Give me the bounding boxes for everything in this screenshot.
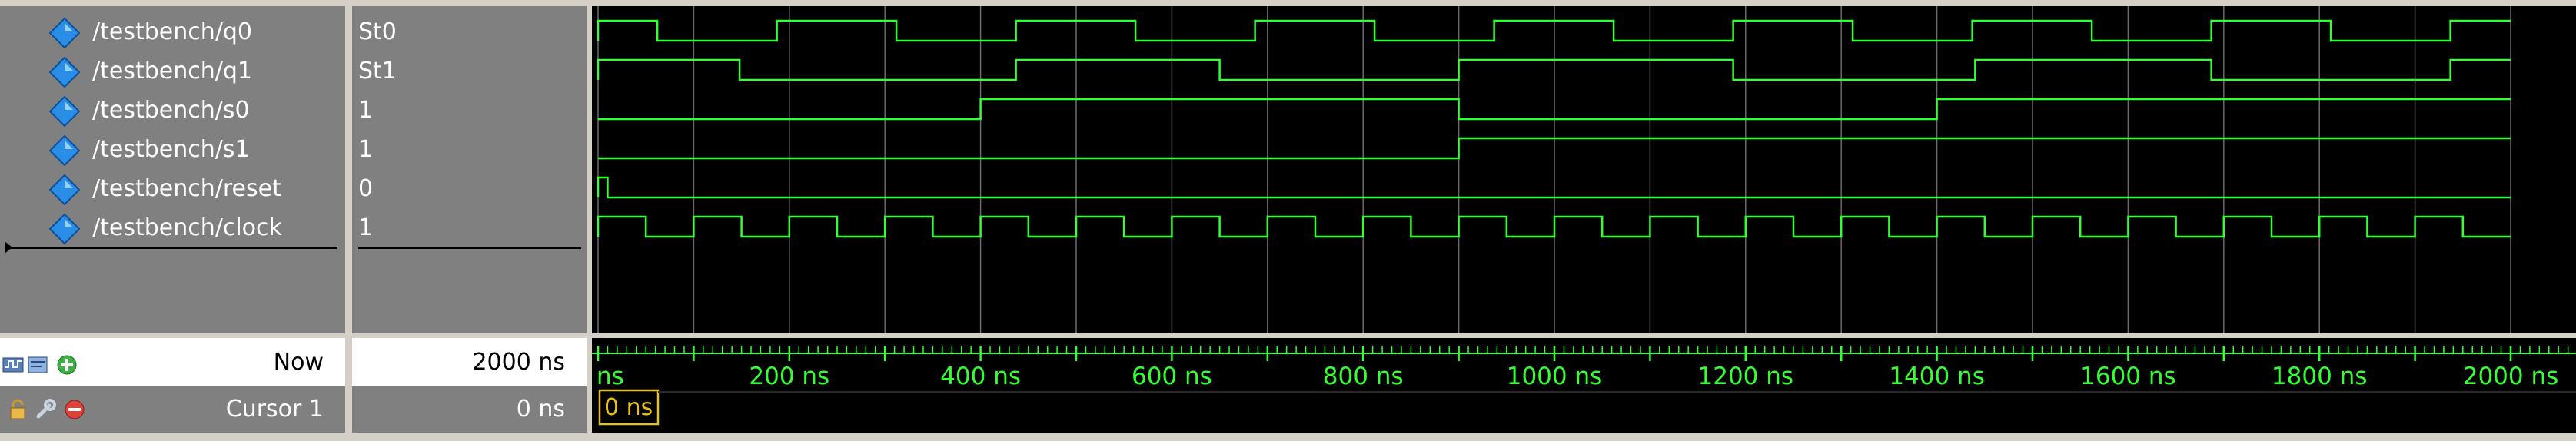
signal-value: 1 xyxy=(358,214,374,241)
signal-name: /testbench/q1 xyxy=(92,58,252,85)
signal-row[interactable]: /testbench/s0 xyxy=(0,91,345,130)
signal-value: 1 xyxy=(358,136,374,163)
signal-name: /testbench/q0 xyxy=(92,18,252,45)
signal-value: St0 xyxy=(358,18,397,45)
signal-value-row[interactable]: 1 xyxy=(352,131,587,169)
add-icon[interactable] xyxy=(55,353,78,376)
signal-name: /testbench/clock xyxy=(92,214,282,241)
diamond-signal-icon xyxy=(48,212,81,246)
timeline-svg: ns 200 ns 400 ns 600 ns 800 ns 1000 ns 1200 ns… xyxy=(592,338,2576,433)
signal-row[interactable]: /testbench/clock xyxy=(0,209,345,247)
ruler-tick-label: 1000 ns xyxy=(1507,363,1603,390)
ruler-tick-label: 2000 ns xyxy=(2463,363,2559,390)
diamond-signal-icon xyxy=(48,94,81,128)
names-values-splitter[interactable] xyxy=(345,6,352,433)
ruler-tick-label: 1800 ns xyxy=(2272,363,2368,390)
signal-value-row[interactable]: 1 xyxy=(352,91,587,130)
ruler-tick-label: 400 ns xyxy=(940,363,1021,390)
now-value-cell: 2000 ns xyxy=(352,338,587,386)
horizontal-scrollbar[interactable] xyxy=(0,433,2576,441)
signal-name: /testbench/s1 xyxy=(92,136,250,163)
now-row: Now xyxy=(0,338,345,386)
signal-name: /testbench/s0 xyxy=(92,97,250,124)
cursor-value: 0 ns xyxy=(516,396,565,423)
signal-value: 0 xyxy=(358,175,374,202)
cursor-marker-label: 0 ns xyxy=(604,394,653,421)
diamond-signal-icon xyxy=(48,55,81,89)
wave-view-icon[interactable] xyxy=(26,353,49,376)
ruler-tick-label: 800 ns xyxy=(1323,363,1404,390)
signal-values-pane: St0 St1 1 1 0 1 xyxy=(352,6,587,333)
delete-icon[interactable] xyxy=(63,398,86,421)
diamond-signal-icon xyxy=(48,134,81,167)
waveform-window: /testbench/q0/testbench/q1/testbench/s0 /… xyxy=(0,0,2576,441)
insertion-marker-icon xyxy=(5,241,12,254)
diamond-signal-icon xyxy=(48,173,81,207)
signal-row[interactable]: /testbench/q0 xyxy=(0,13,345,51)
now-label: Now xyxy=(273,349,324,376)
diamond-signal-icon xyxy=(48,16,81,50)
waveform-trace[interactable] xyxy=(597,215,2511,238)
insertion-marker-line xyxy=(358,247,581,249)
signal-row[interactable]: /testbench/q1 xyxy=(0,52,345,91)
ruler-tick-label: ns xyxy=(597,363,624,390)
waveform-svg xyxy=(597,6,2511,333)
cursor-label: Cursor 1 xyxy=(225,396,324,423)
signal-name: /testbench/reset xyxy=(92,175,281,202)
ruler-tick-label: 1600 ns xyxy=(2080,363,2176,390)
ruler-tick-label: 200 ns xyxy=(749,363,829,390)
signal-value: 1 xyxy=(358,97,374,124)
now-value: 2000 ns xyxy=(472,349,565,376)
signal-row[interactable]: /testbench/s1 xyxy=(0,131,345,169)
insertion-marker-line xyxy=(8,247,337,249)
cursor-row: Cursor 1 xyxy=(0,386,345,433)
signal-value-row[interactable]: St1 xyxy=(352,52,587,91)
signal-names-pane: /testbench/q0/testbench/q1/testbench/s0 /… xyxy=(0,6,345,333)
wrench-icon[interactable] xyxy=(34,398,57,421)
timeline-ruler[interactable]: ns 200 ns 400 ns 600 ns 800 ns 1000 ns 1200 ns… xyxy=(592,338,2576,433)
signal-value: St1 xyxy=(358,58,397,85)
ruler-tick-label: 1200 ns xyxy=(1698,363,1794,390)
cursor-value-cell: 0 ns xyxy=(352,386,587,433)
ruler-tick-label: 1400 ns xyxy=(1889,363,1985,390)
signal-value-row[interactable]: St0 xyxy=(352,13,587,51)
wave-view-icon[interactable] xyxy=(2,353,25,376)
signal-value-row[interactable]: 0 xyxy=(352,170,587,208)
ruler-tick-label: 600 ns xyxy=(1132,363,1212,390)
signal-value-row[interactable]: 1 xyxy=(352,209,587,247)
waveform-canvas[interactable] xyxy=(592,6,2576,333)
lock-icon[interactable] xyxy=(6,398,29,421)
signal-row[interactable]: /testbench/reset xyxy=(0,170,345,208)
values-wave-splitter[interactable] xyxy=(587,6,592,433)
